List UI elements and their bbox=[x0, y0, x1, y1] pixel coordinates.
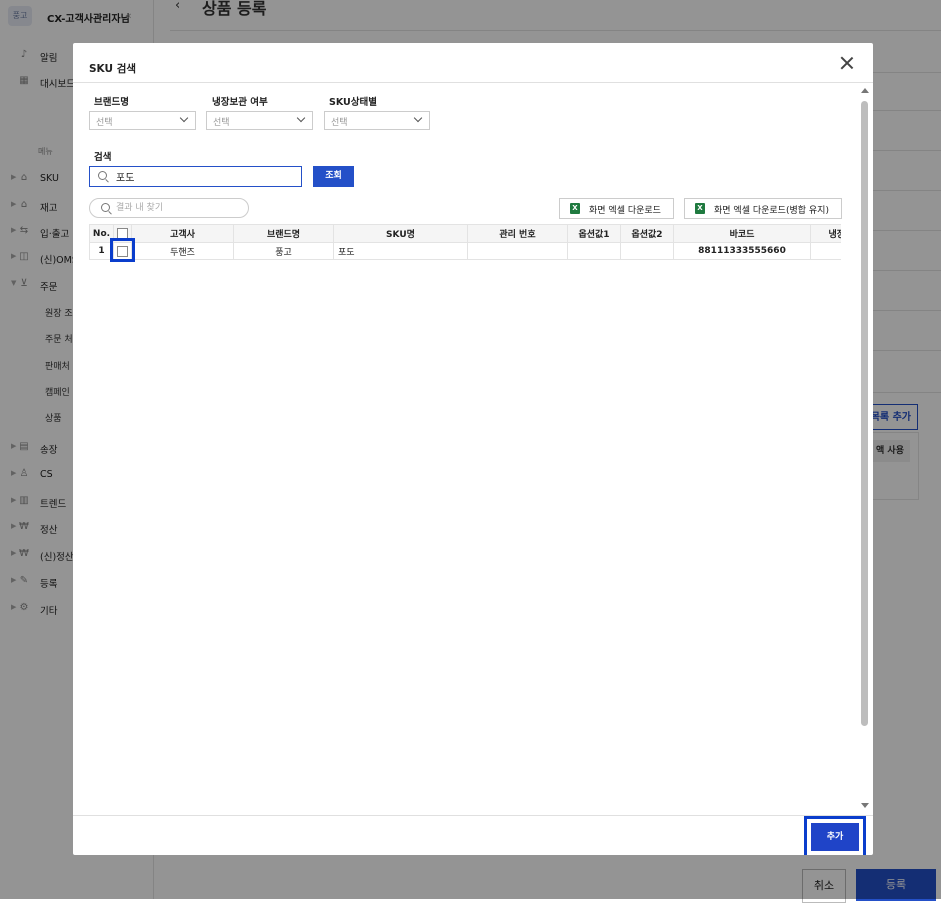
search-button[interactable]: 조회 bbox=[313, 166, 354, 187]
brand-select-value: 선택 bbox=[96, 118, 113, 128]
result-search-input[interactable] bbox=[116, 201, 241, 215]
modal-title: SKU 검색 bbox=[89, 63, 137, 75]
search-input[interactable] bbox=[116, 169, 296, 184]
col-header-sku-name[interactable]: SKU명 bbox=[333, 224, 468, 243]
excel-download-merged-label: 화면 엑셀 다운로드(병합 유지) bbox=[714, 206, 829, 216]
chevron-down-icon bbox=[179, 113, 189, 123]
table-header-row: No. 고객사 브랜드명 SKU명 관리 번호 옵션값1 옵션값2 바코드 냉장… bbox=[89, 224, 841, 243]
cell-cold: N bbox=[810, 242, 841, 260]
col-header-option2[interactable]: 옵션값2 bbox=[620, 224, 674, 243]
cold-storage-select[interactable]: 선택 bbox=[206, 111, 313, 130]
search-field[interactable] bbox=[89, 166, 302, 187]
col-header-option1[interactable]: 옵션값1 bbox=[567, 224, 621, 243]
col-header-cold[interactable]: 냉장보관 bbox=[810, 224, 841, 243]
sku-status-select-value: 선택 bbox=[331, 118, 348, 128]
col-header-brand[interactable]: 브랜드명 bbox=[233, 224, 334, 243]
excel-icon: X bbox=[570, 203, 580, 214]
col-header-manage-no[interactable]: 관리 번호 bbox=[467, 224, 568, 243]
results-table: No. 고객사 브랜드명 SKU명 관리 번호 옵션값1 옵션값2 바코드 냉장… bbox=[89, 224, 841, 260]
cell-manage-no bbox=[467, 242, 568, 260]
col-header-barcode[interactable]: 바코드 bbox=[673, 224, 811, 243]
chevron-down-icon bbox=[296, 113, 306, 123]
sku-search-modal: SKU 검색 브랜드명 선택 냉장보관 여부 선택 SKU상태별 선택 검색 조… bbox=[73, 43, 873, 855]
cell-sku-name: 포도 bbox=[333, 242, 468, 260]
sku-status-select[interactable]: 선택 bbox=[324, 111, 430, 130]
scroll-down-icon[interactable] bbox=[861, 803, 869, 808]
excel-download-merged-button[interactable]: X 화면 엑셀 다운로드(병합 유지) bbox=[684, 198, 842, 219]
sku-status-filter-label: SKU상태별 bbox=[329, 97, 377, 108]
excel-download-button[interactable]: X 화면 엑셀 다운로드 bbox=[559, 198, 674, 219]
brand-filter-label: 브랜드명 bbox=[94, 97, 129, 108]
add-button-highlight: 추가 bbox=[804, 816, 866, 855]
modal-scrollbar[interactable] bbox=[860, 87, 870, 815]
brand-select[interactable]: 선택 bbox=[89, 111, 196, 130]
excel-icon: X bbox=[695, 203, 705, 214]
table-row[interactable]: 1 두핸즈 풍고 포도 88111333555660 N bbox=[89, 242, 841, 260]
cell-barcode: 88111333555660 bbox=[673, 242, 811, 260]
search-icon bbox=[101, 203, 110, 212]
result-search-field[interactable] bbox=[89, 198, 249, 218]
cell-brand: 풍고 bbox=[233, 242, 334, 260]
close-icon[interactable] bbox=[837, 53, 857, 73]
scroll-up-icon[interactable] bbox=[861, 88, 869, 93]
cold-select-value: 선택 bbox=[213, 118, 230, 128]
row-checkbox-highlight bbox=[110, 238, 135, 262]
col-header-client[interactable]: 고객사 bbox=[131, 224, 234, 243]
cell-option2 bbox=[620, 242, 674, 260]
search-icon bbox=[98, 171, 107, 180]
add-button[interactable]: 추가 bbox=[811, 823, 859, 851]
cell-client: 두핸즈 bbox=[131, 242, 234, 260]
cold-filter-label: 냉장보관 여부 bbox=[212, 97, 268, 108]
search-label: 검색 bbox=[94, 152, 112, 163]
modal-header: SKU 검색 bbox=[73, 43, 873, 83]
modal-footer bbox=[73, 815, 873, 855]
scroll-thumb[interactable] bbox=[861, 101, 868, 726]
excel-download-label: 화면 엑셀 다운로드 bbox=[589, 206, 661, 216]
chevron-down-icon bbox=[413, 113, 423, 123]
results-grid: No. 고객사 브랜드명 SKU명 관리 번호 옵션값1 옵션값2 바코드 냉장… bbox=[89, 224, 841, 264]
cell-option1 bbox=[567, 242, 621, 260]
